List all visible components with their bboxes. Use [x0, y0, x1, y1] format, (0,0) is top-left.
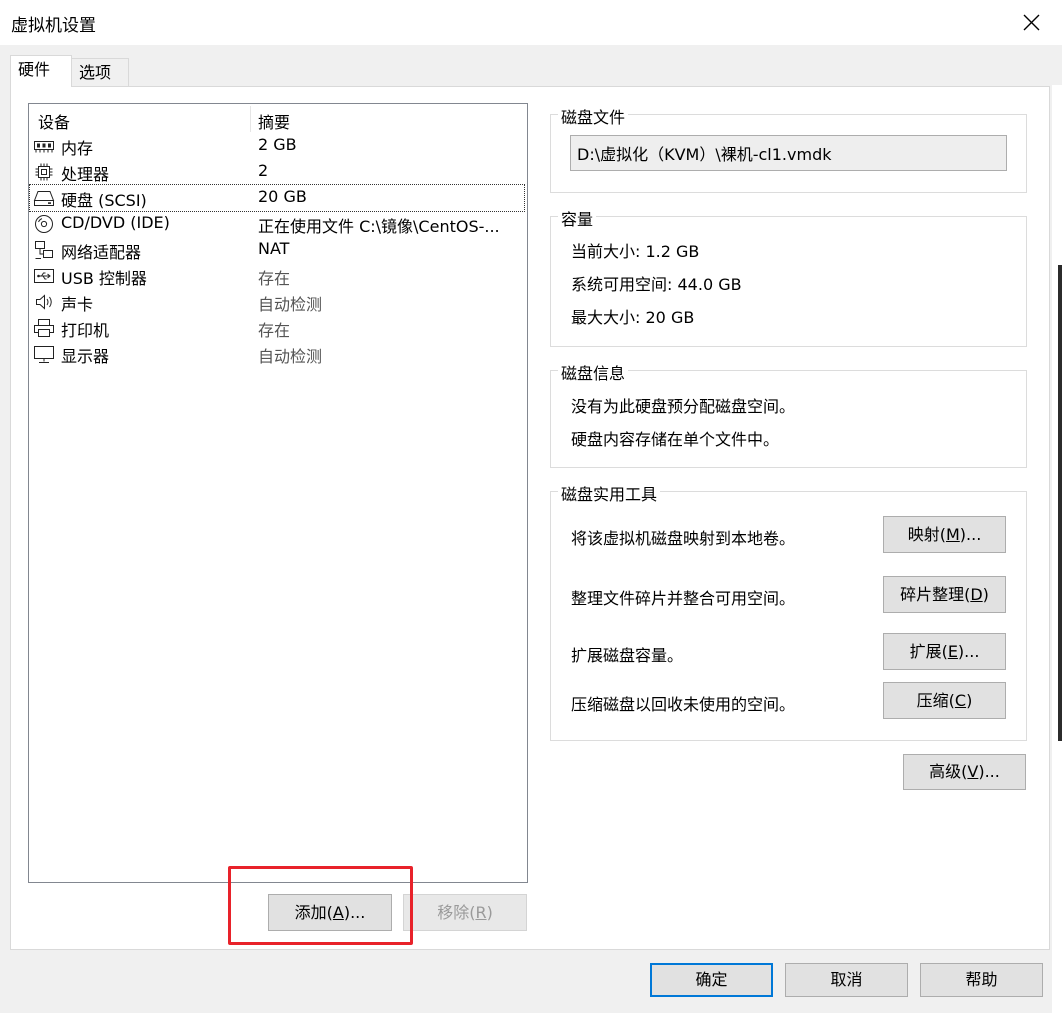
printer-icon — [33, 318, 55, 338]
expand-description: 扩展磁盘容量。 — [571, 646, 684, 665]
disk-info-title: 磁盘信息 — [558, 360, 629, 384]
device-summary: 存在 — [258, 269, 291, 288]
device-summary: 20 GB — [258, 187, 307, 206]
map-button[interactable]: 映射(M)... — [883, 516, 1006, 553]
device-name: 处理器 — [61, 165, 110, 184]
highlight-box — [228, 866, 413, 945]
disk-file-title: 磁盘文件 — [558, 104, 629, 128]
network-adapter-icon — [33, 240, 55, 260]
disk-info-line-2: 硬盘内容存储在单个文件中。 — [571, 430, 780, 449]
processor-icon — [33, 162, 55, 182]
compact-description: 压缩磁盘以回收未使用的空间。 — [571, 695, 796, 714]
sound-card-icon — [33, 292, 55, 312]
background-window-edge-dark — [1058, 265, 1062, 741]
compact-button[interactable]: 压缩(C) — [883, 682, 1006, 719]
device-row-network-adapter[interactable]: 网络适配器 NAT — [30, 237, 524, 263]
device-row-cd-dvd[interactable]: CD/DVD (IDE) 正在使用文件 C:\镜像\CentOS-... — [30, 211, 524, 237]
device-summary: 正在使用文件 C:\镜像\CentOS-... — [258, 217, 500, 236]
device-row-processor[interactable]: 处理器 2 — [30, 159, 524, 185]
defragment-description: 整理文件碎片并整合可用空间。 — [571, 589, 796, 608]
help-button[interactable]: 帮助 — [920, 963, 1043, 997]
device-name: 内存 — [61, 139, 94, 158]
map-description: 将该虚拟机磁盘映射到本地卷。 — [571, 529, 796, 548]
device-row-memory[interactable]: 内存 2 GB — [30, 133, 524, 159]
tab-hardware[interactable]: 硬件 — [10, 55, 72, 87]
cd-dvd-icon — [33, 214, 55, 234]
remove-button[interactable]: 移除(R) — [403, 894, 527, 931]
expand-button[interactable]: 扩展(E)... — [883, 633, 1006, 670]
capacity-title: 容量 — [558, 206, 597, 230]
disk-info-line-1: 没有为此硬盘预分配磁盘空间。 — [571, 397, 796, 416]
device-summary: 2 GB — [258, 135, 297, 154]
usb-icon — [33, 266, 55, 286]
title-bar — [0, 0, 1062, 45]
column-header-summary[interactable]: 摘要 — [258, 109, 290, 133]
device-row-display[interactable]: 显示器 自动检测 — [30, 341, 524, 367]
disk-info-group — [550, 370, 1027, 468]
device-name: 硬盘 (SCSI) — [61, 191, 147, 210]
device-summary: 自动检测 — [258, 295, 323, 314]
device-row-usb-controller[interactable]: USB 控制器 存在 — [30, 263, 524, 289]
device-summary: 2 — [258, 161, 269, 180]
device-name: USB 控制器 — [61, 269, 147, 288]
device-row-sound-card[interactable]: 声卡 自动检测 — [30, 289, 524, 315]
maximum-size: 最大大小: 20 GB — [571, 308, 695, 327]
device-summary: 存在 — [258, 321, 291, 340]
device-row-hard-disk[interactable]: 硬盘 (SCSI) 20 GB — [29, 184, 525, 212]
current-size: 当前大小: 1.2 GB — [571, 242, 700, 261]
ok-button[interactable]: 确定 — [650, 963, 773, 997]
device-name: 显示器 — [61, 347, 110, 366]
display-icon — [33, 344, 55, 364]
device-name: 网络适配器 — [61, 243, 142, 262]
advanced-button[interactable]: 高级(V)... — [903, 754, 1026, 790]
device-name: 声卡 — [61, 295, 94, 314]
column-divider[interactable] — [250, 106, 251, 132]
device-name: CD/DVD (IDE) — [61, 213, 170, 232]
device-row-printer[interactable]: 打印机 存在 — [30, 315, 524, 341]
device-summary: NAT — [258, 239, 290, 258]
cancel-button[interactable]: 取消 — [785, 963, 908, 997]
memory-icon — [33, 136, 55, 156]
disk-utilities-title: 磁盘实用工具 — [558, 481, 661, 505]
system-available-space: 系统可用空间: 44.0 GB — [571, 275, 742, 294]
window-title: 虚拟机设置 — [11, 16, 96, 36]
device-name: 打印机 — [61, 321, 110, 340]
column-header-device[interactable]: 设备 — [38, 109, 70, 133]
tab-options[interactable]: 选项 — [71, 58, 129, 88]
disk-file-path-field[interactable]: D:\虚拟化（KVM）\裸机-cl1.vmdk — [570, 135, 1007, 171]
close-icon[interactable] — [1018, 6, 1046, 38]
hard-disk-icon — [33, 188, 55, 208]
defragment-button[interactable]: 碎片整理(D) — [883, 576, 1006, 613]
device-summary: 自动检测 — [258, 347, 323, 366]
